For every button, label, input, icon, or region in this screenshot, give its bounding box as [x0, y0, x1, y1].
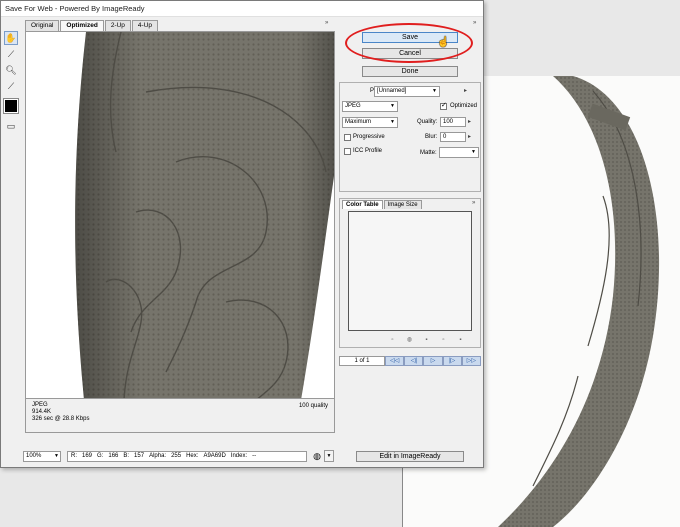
info-size: 914.4K	[32, 409, 52, 415]
b-label: B:	[123, 453, 130, 459]
zoom-icon[interactable]: 🔍︎	[4, 63, 18, 77]
chevron-down-icon: ▼	[390, 103, 395, 109]
zoom-select[interactable]: 100% ▼	[23, 450, 61, 462]
previous-frame-icon[interactable]: ◁|	[404, 356, 424, 366]
info-download-time: 326 sec @ 28.8 Kbps	[32, 416, 90, 422]
quality-level-value: Maximum	[345, 119, 372, 125]
color-table-grid[interactable]	[348, 211, 472, 331]
tab-original[interactable]: Original	[25, 20, 60, 31]
progressive-label: Progressive	[353, 134, 385, 140]
tab-4-up[interactable]: 4-Up	[131, 20, 159, 31]
color-table-tools: ▫ ◍ ▪ ▫ ▪	[388, 336, 473, 344]
g-label: G:	[97, 453, 104, 459]
blur-input[interactable]: 0	[440, 132, 466, 142]
preset-menu-arrow-icon[interactable]: ▸	[464, 87, 467, 94]
chevron-down-icon: ▼	[390, 119, 395, 125]
edit-in-imageready-button[interactable]: Edit in ImageReady	[356, 451, 464, 462]
chevron-down-icon: ▼	[432, 88, 437, 94]
preset-value: [Unnamed]	[377, 88, 407, 94]
format-select[interactable]: JPEG ▼	[342, 101, 398, 112]
status-bar: 100% ▼ R: 169 G: 166 B: 157 Alpha: 255 H…	[23, 450, 307, 462]
icc-profile-label: ICC Profile	[353, 148, 383, 154]
trash-icon[interactable]: ▪	[456, 336, 465, 344]
view-menu-arrow-icon[interactable]: »	[325, 20, 328, 26]
color-table-menu-arrow-icon[interactable]: »	[472, 200, 475, 206]
new-color-icon[interactable]: ▫	[439, 336, 448, 344]
quality-level-select[interactable]: Maximum ▼	[342, 117, 398, 128]
done-button[interactable]: Done	[362, 66, 458, 77]
page-indicator: 1 of 1	[339, 356, 385, 366]
play-icon[interactable]: ▷	[423, 356, 443, 366]
icc-profile-checkbox[interactable]	[344, 148, 351, 155]
hex-label: Hex:	[186, 453, 199, 459]
slice-select-icon[interactable]: ⟋	[4, 47, 18, 61]
hex-value: A9A69D	[203, 453, 226, 459]
blur-slider-arrow-icon[interactable]: ▸	[468, 133, 471, 140]
preview-in-browser-icon[interactable]: ◍	[310, 450, 324, 462]
info-format: JPEG	[32, 402, 48, 408]
browser-menu-chevron-icon[interactable]: ▼	[324, 450, 334, 462]
progressive-checkbox[interactable]	[344, 134, 351, 141]
color-table-tabs: Color Table Image Size	[342, 200, 423, 209]
tab-optimized[interactable]: Optimized	[60, 20, 104, 31]
format-value: JPEG	[345, 103, 361, 109]
highlight-annotation	[345, 23, 473, 63]
mouse-cursor-icon: ☝	[437, 37, 450, 48]
alpha-label: Alpha:	[149, 453, 167, 459]
index-label: Index:	[230, 453, 248, 459]
preview-toggle-icon[interactable]: ▭	[4, 119, 18, 133]
index-value: --	[252, 453, 257, 459]
matte-label: Matte:	[420, 150, 437, 156]
lock-color-icon[interactable]: ▪	[422, 336, 431, 344]
alpha-value: 255	[171, 453, 182, 459]
last-frame-icon[interactable]: ▷▷	[461, 356, 482, 366]
tab-image-size[interactable]: Image Size	[383, 200, 422, 209]
info-quality: 100 quality	[298, 403, 328, 409]
optimized-preview[interactable]	[25, 31, 335, 399]
hand-icon[interactable]: ✋	[4, 31, 18, 45]
color-readout: R: 169 G: 166 B: 157 Alpha: 255 Hex: A9A…	[67, 450, 307, 462]
frame-navigation: 1 of 1 ◁◁ ◁| ▷ |▷ ▷▷	[339, 356, 482, 366]
web-shift-icon[interactable]: ◍	[405, 336, 414, 344]
chevron-down-icon: ▼	[54, 452, 59, 459]
b-value: 157	[134, 453, 145, 459]
color-table-panel: Color Table Image Size » ▫ ◍ ▪ ▫ ▪	[339, 198, 481, 348]
r-label: R:	[71, 453, 77, 459]
view-tabs: Original Optimized 2-Up 4-Up	[25, 20, 159, 31]
quality-slider-arrow-icon[interactable]: ▸	[468, 118, 471, 125]
tab-color-table[interactable]: Color Table	[342, 200, 383, 209]
zoom-value: 100%	[26, 452, 42, 459]
optimization-settings: Preset: [Unnamed] ▼ ▸ JPEG ▼ Optimized M…	[339, 82, 481, 192]
quality-input[interactable]: 100	[440, 117, 466, 127]
map-color-icon[interactable]: ▫	[388, 336, 397, 344]
toolbox: ✋ ⟋ 🔍︎ ⟋ ▭	[3, 31, 20, 135]
steering-wheel-closeup	[75, 32, 334, 398]
next-frame-icon[interactable]: |▷	[442, 356, 462, 366]
chevron-down-icon: ▼	[471, 149, 476, 155]
optimized-checkbox[interactable]	[440, 101, 447, 110]
eyedropper-color-swatch[interactable]	[3, 98, 19, 114]
optimization-info: JPEG 914.4K 326 sec @ 28.8 Kbps 100 qual…	[25, 399, 335, 433]
r-value: 169	[82, 453, 93, 459]
preset-select[interactable]: [Unnamed] ▼	[374, 86, 440, 97]
blur-label: Blur:	[425, 134, 438, 140]
settings-menu-arrow-icon[interactable]: »	[473, 20, 476, 26]
first-frame-icon[interactable]: ◁◁	[385, 356, 405, 366]
dialog-title: Save For Web - Powered By ImageReady	[1, 1, 483, 17]
eyedropper-icon[interactable]: ⟋	[4, 79, 18, 93]
optimized-label: Optimized	[450, 103, 478, 109]
g-value: 166	[108, 453, 119, 459]
save-for-web-dialog: Save For Web - Powered By ImageReady ✋ ⟋…	[0, 0, 484, 468]
tab-2-up[interactable]: 2-Up	[104, 20, 131, 31]
matte-select[interactable]: ▼	[439, 147, 479, 158]
quality-label: Quality:	[417, 119, 438, 125]
